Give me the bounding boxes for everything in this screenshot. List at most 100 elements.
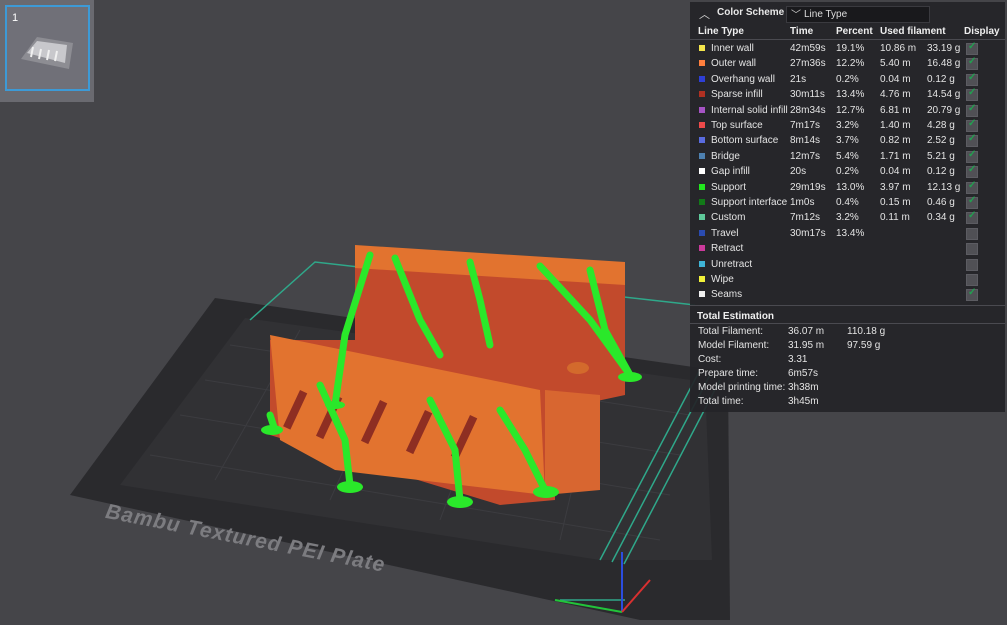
total-value: 31.95 m [788, 340, 825, 351]
line-type-name: Overhang wall [711, 73, 775, 85]
display-checkbox[interactable] [966, 243, 978, 256]
line-type-name: Support interface [711, 197, 788, 208]
display-checkbox[interactable] [966, 287, 978, 302]
plate-thumbnail-image [21, 37, 73, 69]
line-type-weight: 2.52 g [927, 135, 955, 147]
color-swatch [699, 260, 705, 267]
line-type-row: Outer wall 27m36s 12.2% 5.40 m 16.48 g [690, 56, 1005, 71]
color-swatch [699, 276, 705, 282]
display-checkbox[interactable] [966, 133, 978, 148]
total-value: 3.31 [788, 354, 808, 365]
line-type-name: Support [711, 181, 747, 193]
line-type-name: Inner wall [711, 43, 754, 54]
line-type-row: Travel 30m17s 13.4% [690, 226, 1005, 241]
color-scheme-select[interactable]: ﹀ Line Type [786, 6, 930, 23]
line-type-length: 0.04 m [880, 73, 911, 85]
line-type-name: Internal solid infill [711, 104, 788, 116]
total-label: Total time: [698, 396, 744, 407]
line-type-percent: 0.4% [836, 197, 859, 208]
collapse-icon[interactable]: ︿ [699, 6, 710, 22]
display-checkbox[interactable] [966, 274, 978, 286]
line-type-percent: 3.2% [836, 212, 859, 224]
total-value-secondary: 97.59 g [847, 340, 881, 351]
line-type-length: 0.04 m [880, 166, 911, 178]
line-type-length: 0.11 m [880, 212, 910, 224]
line-type-percent: 0.2% [836, 166, 859, 178]
line-type-time: 21s [790, 73, 807, 85]
display-checkbox[interactable] [966, 149, 978, 163]
line-type-length: 0.15 m [880, 197, 911, 208]
line-type-time: 27m36s [790, 58, 826, 70]
display-checkbox[interactable] [966, 258, 978, 271]
line-type-row: Sparse infill 30m11s 13.4% 4.76 m 14.54 g [690, 87, 1005, 102]
line-type-length: 1.40 m [880, 120, 911, 131]
line-type-row: Bottom surface 8m14s 3.7% 0.82 m 2.52 g [690, 133, 1005, 148]
color-swatch [699, 122, 705, 128]
line-type-name: Sparse infill [711, 89, 763, 101]
plate-thumbnail-panel: 1 [0, 0, 94, 102]
display-checkbox[interactable] [966, 41, 978, 55]
display-checkbox[interactable] [966, 195, 978, 209]
line-type-row: Seams [690, 287, 1005, 302]
color-swatch [699, 106, 705, 113]
display-checkbox[interactable] [966, 118, 978, 132]
header-time: Time [790, 26, 814, 37]
total-label: Total Filament: [698, 326, 764, 337]
line-type-row: Support 29m19s 13.0% 3.97 m 12.13 g [690, 180, 1005, 195]
total-label: Model printing time: [698, 382, 786, 393]
line-type-time: 12m7s [790, 150, 821, 162]
line-type-row: Retract [690, 241, 1005, 256]
line-type-percent: 5.4% [836, 150, 859, 162]
display-checkbox[interactable] [966, 87, 978, 102]
header-used-filament: Used filament [880, 26, 946, 37]
color-swatch [699, 45, 705, 51]
display-checkbox[interactable] [966, 180, 978, 194]
line-type-weight: 33.19 g [927, 43, 961, 54]
display-checkbox[interactable] [966, 103, 978, 117]
total-label: Prepare time: [698, 368, 759, 379]
color-swatch [699, 137, 705, 144]
color-swatch [699, 199, 705, 205]
line-type-row: Overhang wall 21s 0.2% 0.04 m 0.12 g [690, 72, 1005, 87]
line-type-time: 28m34s [790, 104, 826, 116]
line-type-row: Bridge 12m7s 5.4% 1.71 m 5.21 g [690, 149, 1005, 164]
line-type-name: Seams [711, 289, 743, 301]
color-swatch [699, 229, 705, 236]
line-type-percent: 13.4% [836, 89, 865, 101]
line-type-name: Custom [711, 212, 746, 224]
line-type-time: 20s [790, 166, 807, 178]
total-label: Cost: [698, 354, 722, 365]
line-type-percent: 13.0% [836, 181, 865, 193]
line-type-name: Retract [711, 243, 744, 255]
line-type-percent: 3.2% [836, 120, 859, 131]
total-estimation-title: Total Estimation [697, 311, 775, 322]
total-value: 36.07 m [788, 326, 825, 337]
line-type-length: 5.40 m [880, 58, 911, 70]
line-type-name: Top surface [711, 120, 763, 131]
line-type-time: 7m17s [790, 120, 821, 131]
total-value: 3h45m [788, 396, 819, 407]
line-type-weight: 0.12 g [927, 73, 955, 85]
line-type-weight: 16.48 g [927, 58, 961, 70]
total-label: Model Filament: [698, 340, 770, 351]
line-type-name: Bridge [711, 150, 740, 162]
color-swatch [699, 183, 705, 190]
line-type-row: Custom 7m12s 3.2% 0.11 m 0.34 g [690, 210, 1005, 225]
total-divider [690, 323, 1005, 324]
line-type-percent: 0.2% [836, 73, 859, 85]
header-divider [690, 39, 1005, 40]
display-checkbox[interactable] [966, 56, 978, 71]
display-checkbox[interactable] [966, 227, 978, 240]
display-checkbox[interactable] [966, 210, 978, 225]
line-type-length: 1.71 m [880, 150, 911, 162]
line-type-row: Inner wall 42m59s 19.1% 10.86 m 33.19 g [690, 41, 1005, 56]
line-type-row: Unretract [690, 257, 1005, 272]
plate-number: 1 [12, 12, 19, 24]
line-type-length: 3.97 m [880, 181, 911, 193]
display-checkbox[interactable] [966, 164, 978, 179]
color-scheme-label: Color Scheme [717, 7, 785, 18]
line-type-name: Outer wall [711, 58, 757, 70]
line-type-name: Travel [711, 227, 739, 239]
display-checkbox[interactable] [966, 72, 978, 86]
line-type-name: Wipe [711, 274, 734, 285]
